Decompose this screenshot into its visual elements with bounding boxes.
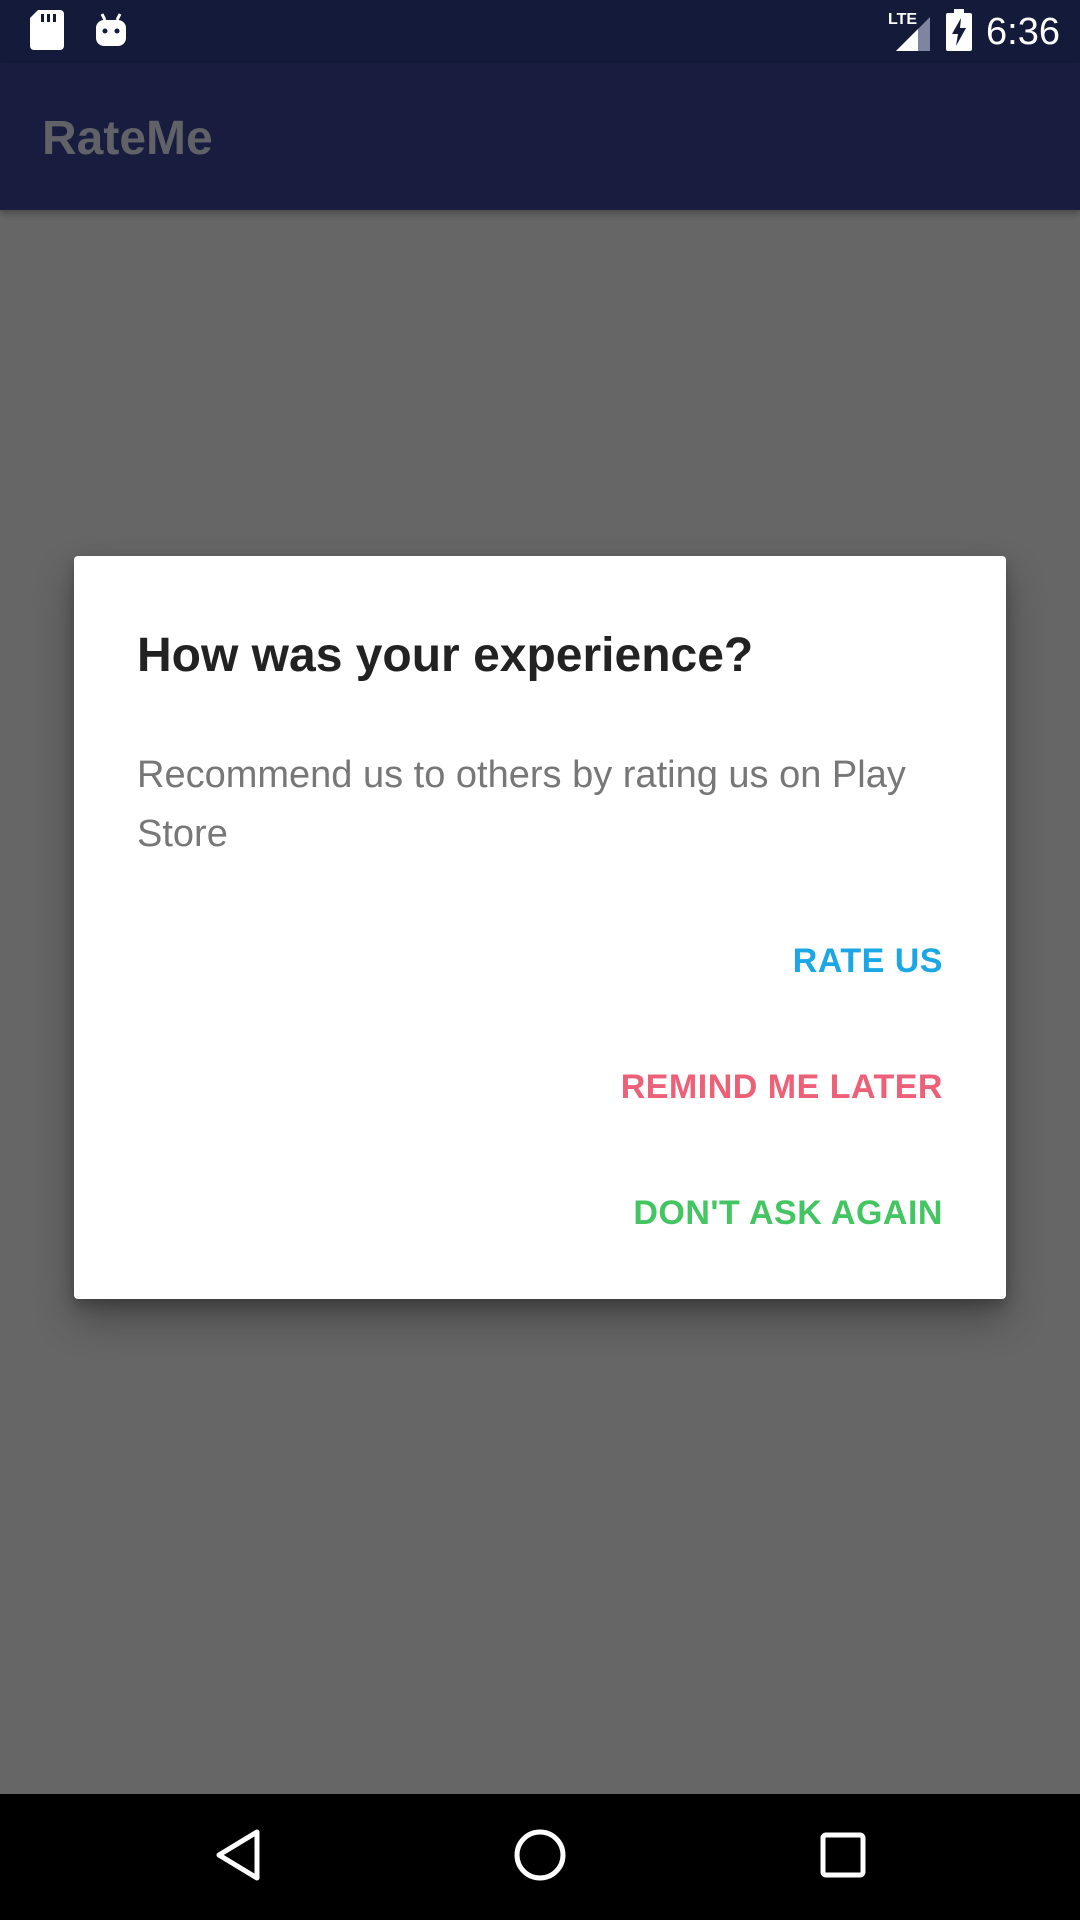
status-left-icons xyxy=(30,10,128,55)
rate-us-button[interactable]: RATE US xyxy=(793,942,943,981)
status-bar: LTE 6:36 xyxy=(0,0,1080,63)
home-icon xyxy=(513,1828,567,1887)
home-button[interactable] xyxy=(502,1819,578,1895)
app-title: RateMe xyxy=(42,112,213,165)
back-button[interactable] xyxy=(200,1819,276,1895)
signal-icon: LTE xyxy=(888,11,932,53)
dont-ask-again-button[interactable]: DON'T ASK AGAIN xyxy=(633,1194,943,1233)
status-time: 6:36 xyxy=(986,11,1060,53)
app-bar: RateMe xyxy=(0,63,1080,210)
dialog-message: Recommend us to others by rating us on P… xyxy=(137,754,906,855)
recent-apps-button[interactable] xyxy=(805,1819,881,1895)
screen: LTE 6:36 RateMe How was your experience?… xyxy=(0,0,1080,1920)
sd-card-icon xyxy=(30,10,64,55)
status-right-icons: LTE 6:36 xyxy=(888,8,1060,56)
battery-charging-icon xyxy=(946,8,973,56)
rate-dialog: How was your experience? Recommend us to… xyxy=(74,556,1006,1299)
remind-me-later-button[interactable]: REMIND ME LATER xyxy=(621,1068,943,1107)
navigation-bar xyxy=(0,1794,1080,1920)
back-icon xyxy=(213,1828,263,1887)
dialog-title: How was your experience? xyxy=(137,629,754,682)
recent-apps-icon xyxy=(819,1831,867,1884)
android-icon xyxy=(94,12,128,53)
